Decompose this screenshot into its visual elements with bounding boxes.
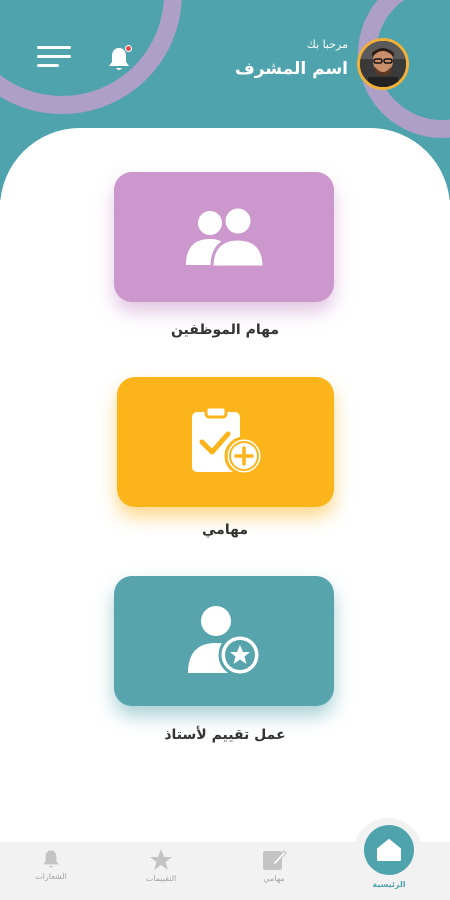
header-decoration-left — [0, 0, 182, 114]
menu-line — [37, 55, 71, 58]
star-icon — [150, 849, 172, 870]
employees-tasks-label: مهام الموظفين — [170, 322, 280, 338]
users-icon — [186, 205, 266, 269]
notification-badge — [125, 45, 132, 52]
nav-item-evaluations[interactable]: التقييمات — [121, 848, 201, 883]
nav-label-home: الرئيسية — [372, 880, 406, 889]
home-icon — [377, 839, 401, 861]
employees-tasks-card[interactable] — [114, 172, 334, 302]
avatar[interactable] — [357, 38, 409, 90]
avatar-photo — [360, 41, 406, 87]
greeting-block: مرحبا بك اسم المشرف — [235, 38, 348, 82]
evaluate-teacher-card[interactable] — [114, 576, 334, 706]
nav-label-evaluations: التقييمات — [145, 874, 177, 883]
user-name: اسم المشرف — [234, 59, 348, 79]
evaluate-teacher-label: عمل تقييم لأستاذ — [164, 727, 286, 743]
nav-label-notifications: الشعارات — [35, 872, 67, 881]
nav-label-tasks: مهامي — [263, 874, 285, 883]
nav-item-notifications[interactable]: الشعارات — [11, 848, 91, 881]
greeting-text: مرحبا بك — [306, 38, 348, 51]
edit-note-icon — [263, 850, 287, 870]
notification-bell-icon[interactable] — [106, 45, 132, 73]
clipboard-add-icon — [191, 405, 263, 476]
nav-item-tasks[interactable]: مهامي — [234, 848, 314, 883]
my-tasks-label: مهامي — [202, 522, 248, 538]
menu-icon[interactable] — [37, 46, 73, 70]
menu-line — [37, 64, 59, 67]
nav-item-home[interactable] — [364, 825, 414, 875]
menu-line — [37, 46, 71, 49]
user-star-icon — [188, 606, 262, 677]
bell-icon — [43, 850, 59, 868]
my-tasks-card[interactable] — [117, 377, 334, 507]
